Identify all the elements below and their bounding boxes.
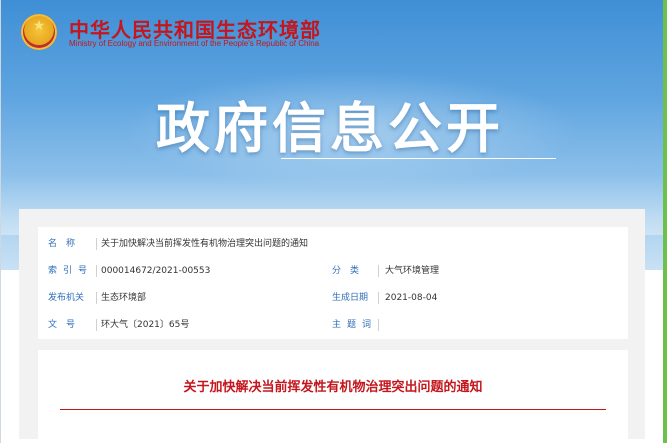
docno-separator: [96, 319, 97, 331]
info-row-index: 索引号 000014672/2021-00553 分 类 大气环境管理: [38, 261, 628, 281]
name-value: 关于加快解决当前挥发性有机物治理突出问题的通知: [101, 239, 309, 249]
name-separator: [96, 238, 97, 250]
info-row-docno: 文 号 环大气〔2021〕65号 主题词: [38, 315, 628, 335]
issuer-value: 生态环境部: [101, 293, 147, 303]
document-title-rule: [60, 409, 606, 410]
index-label: 索引号: [48, 266, 94, 276]
info-row-issuer: 发布机关 生态环境部 生成日期 2021-08-04: [38, 288, 628, 308]
docno-label: 文 号: [48, 320, 76, 330]
banner-title-underline: [281, 158, 556, 159]
banner-title: 政府信息公开: [156, 97, 504, 160]
emblem-star-icon: ★: [32, 18, 46, 34]
keywords-label: 主题词: [332, 320, 378, 330]
name-label: 名 称: [48, 239, 76, 249]
national-emblem-icon[interactable]: ★: [21, 14, 57, 50]
category-label: 分 类: [332, 266, 360, 276]
issuer-label: 发布机关: [48, 293, 85, 303]
date-value: 2021-08-04: [385, 293, 438, 303]
document-title: 关于加快解决当前挥发性有机物治理突出问题的通知: [183, 380, 483, 395]
info-row-name: 名 称 关于加快解决当前挥发性有机物治理突出问题的通知: [38, 234, 628, 254]
category-separator: [378, 265, 379, 277]
category-value: 大气环境管理: [385, 266, 440, 276]
keywords-separator: [378, 319, 379, 331]
ministry-name-en: Ministry of Ecology and Environment of t…: [69, 39, 320, 48]
document-info-table: 名 称 关于加快解决当前挥发性有机物治理突出问题的通知 索引号 00001467…: [38, 227, 628, 339]
document-body: 关于加快解决当前挥发性有机物治理突出问题的通知: [38, 350, 628, 440]
issuer-separator: [96, 292, 97, 304]
date-separator: [378, 292, 379, 304]
page-frame: ★ 中华人民共和国生态环境部 Ministry of Ecology and E…: [0, 0, 667, 443]
date-label: 生成日期: [332, 293, 369, 303]
index-separator: [96, 265, 97, 277]
docno-value: 环大气〔2021〕65号: [101, 320, 190, 330]
index-value: 000014672/2021-00553: [101, 266, 211, 276]
